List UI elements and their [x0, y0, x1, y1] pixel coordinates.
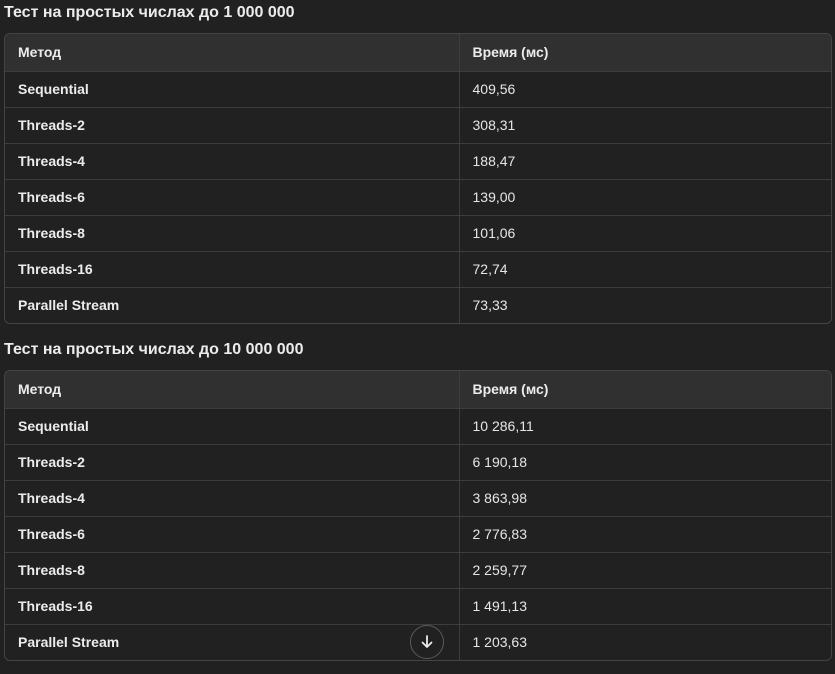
results-table-10m: Метод Время (мс) Sequential 10 286,11 Th… — [4, 370, 832, 661]
table-header-row: Метод Время (мс) — [5, 371, 831, 409]
time-cell: 188,47 — [458, 143, 831, 180]
table-header-row: Метод Время (мс) — [5, 34, 831, 72]
time-cell: 308,31 — [458, 107, 831, 144]
method-cell: Threads-16 — [5, 588, 459, 625]
section-title-1m: Тест на простых числах до 1 000 000 — [4, 4, 295, 21]
table-row: Threads-4 188,47 — [5, 143, 831, 180]
method-cell: Threads-2 — [5, 444, 459, 481]
time-cell: 101,06 — [458, 215, 831, 252]
method-cell: Threads-2 — [5, 107, 459, 144]
method-cell: Parallel Stream — [18, 297, 120, 314]
table-row: Threads-6 139,00 — [5, 179, 831, 216]
results-table-1m: Метод Время (мс) Sequential 409,56 Threa… — [4, 33, 832, 324]
table-row: Threads-8 2 259,77 — [5, 552, 831, 589]
method-cell: Sequential — [5, 71, 459, 108]
time-cell: 10 286,11 — [458, 408, 831, 445]
column-header-method: Метод — [5, 371, 459, 409]
table-row: Threads-6 2 776,83 — [5, 516, 831, 553]
method-cell: Threads-4 — [5, 143, 459, 180]
table-row: Threads-16 72,74 — [5, 251, 831, 288]
time-cell: 73,33 — [458, 287, 831, 323]
table-row: Threads-16 1 491,13 — [5, 588, 831, 625]
chat-page: Тест на простых числах до 1 000 000 Мето… — [0, 0, 835, 674]
method-cell: Threads-4 — [5, 480, 459, 517]
table-row: Parallel Stream 73,33 — [5, 287, 831, 323]
time-cell: 1 203,63 — [458, 624, 831, 660]
table-row: Threads-8 101,06 — [5, 215, 831, 252]
time-cell: 139,00 — [458, 179, 831, 216]
method-cell: Threads-6 — [5, 179, 459, 216]
method-cell: Threads-8 — [5, 215, 459, 252]
time-cell: 72,74 — [458, 251, 831, 288]
method-cell: Threads-8 — [5, 552, 459, 589]
table-row: Threads-2 308,31 — [5, 107, 831, 144]
table-row: Sequential 409,56 — [5, 71, 831, 108]
time-cell: 2 776,83 — [458, 516, 831, 553]
column-header-time: Время (мс) — [458, 371, 831, 409]
column-header-method: Метод — [5, 34, 459, 72]
time-cell: 3 863,98 — [458, 480, 831, 517]
time-cell: 2 259,77 — [458, 552, 831, 589]
method-cell: Sequential — [5, 408, 459, 445]
arrow-down-icon — [421, 635, 433, 648]
column-header-time: Время (мс) — [458, 34, 831, 72]
time-cell: 6 190,18 — [458, 444, 831, 481]
table-row: Threads-2 6 190,18 — [5, 444, 831, 481]
method-cell: Threads-6 — [5, 516, 459, 553]
time-cell: 1 491,13 — [458, 588, 831, 625]
time-cell: 409,56 — [458, 71, 831, 108]
method-cell: Parallel Stream — [18, 634, 120, 651]
table-row: Threads-4 3 863,98 — [5, 480, 831, 517]
scroll-to-bottom-button[interactable] — [410, 625, 444, 659]
table-row: Sequential 10 286,11 — [5, 408, 831, 445]
section-title-10m: Тест на простых числах до 10 000 000 — [4, 341, 304, 358]
method-cell: Threads-16 — [5, 251, 459, 288]
